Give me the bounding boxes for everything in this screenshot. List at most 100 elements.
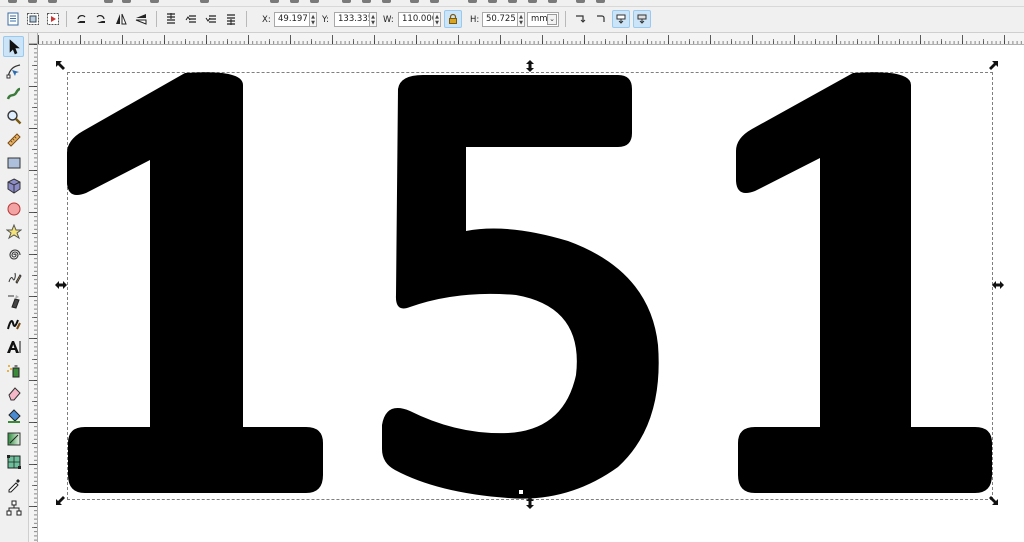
calligraphy-icon xyxy=(6,319,21,329)
selected-text-object[interactable] xyxy=(38,45,1024,542)
selector-tool[interactable] xyxy=(3,36,24,57)
tweak-tool[interactable] xyxy=(3,83,24,104)
scale-handle-right[interactable] xyxy=(992,279,1004,291)
lower-button[interactable] xyxy=(202,10,220,28)
toolbar-stub xyxy=(104,0,113,3)
w-label: W: xyxy=(383,15,394,25)
pencil-icon xyxy=(8,272,22,284)
unit-value: mm xyxy=(531,14,548,24)
transform-patterns-icon xyxy=(637,14,647,24)
scale-handle-bottom[interactable] xyxy=(524,497,536,509)
unit-select[interactable]: mm ⌄ xyxy=(527,12,559,27)
rotate-cw-button[interactable] xyxy=(92,10,110,28)
pen-tool[interactable] xyxy=(3,290,24,311)
transform-gradients-button[interactable] xyxy=(612,10,630,28)
toolbox xyxy=(0,33,29,542)
node-tool[interactable] xyxy=(3,60,24,81)
scale-stroke-button[interactable] xyxy=(571,10,589,28)
h-spinner[interactable]: ▲ ▼ xyxy=(517,12,525,27)
pencil-tool[interactable] xyxy=(3,267,24,288)
spin-down-icon: ▼ xyxy=(371,19,375,26)
rectangle-tool[interactable] xyxy=(3,152,24,173)
separator xyxy=(246,11,247,27)
scale-handle-left[interactable] xyxy=(55,279,67,291)
toolbar-stub xyxy=(8,0,17,3)
tweak-icon xyxy=(6,87,20,100)
spray-icon xyxy=(6,364,19,377)
separator xyxy=(156,11,157,27)
select-all-layers-button[interactable] xyxy=(24,10,42,28)
eraser-tool[interactable] xyxy=(3,382,24,403)
star-tool[interactable] xyxy=(3,221,24,242)
glyph-digit-one-right xyxy=(736,72,992,493)
ellipse-icon xyxy=(7,202,20,215)
scale-handle-bottom-right[interactable] xyxy=(987,494,999,506)
paint-bucket-tool[interactable] xyxy=(3,405,24,426)
raise-button[interactable] xyxy=(182,10,200,28)
3d-box-tool[interactable] xyxy=(3,175,24,196)
lock-proportions-button[interactable] xyxy=(444,10,462,28)
toolbar-stub xyxy=(48,0,57,3)
flip-vertical-button[interactable] xyxy=(132,10,150,28)
text-tool[interactable] xyxy=(3,336,24,357)
raise-to-top-button[interactable] xyxy=(162,10,180,28)
glyph-digit-five xyxy=(382,75,659,499)
h-label: H: xyxy=(470,15,480,25)
flip-horizontal-button[interactable] xyxy=(112,10,130,28)
mesh-tool[interactable] xyxy=(3,451,24,472)
3d-box-icon xyxy=(7,177,20,194)
spray-tool[interactable] xyxy=(3,359,24,380)
mesh-icon xyxy=(6,454,21,469)
toolbar-stub xyxy=(430,0,439,3)
calligraphy-tool[interactable] xyxy=(3,313,24,334)
toolbar-stub xyxy=(270,0,279,3)
drawing-canvas[interactable]: 151 xyxy=(38,45,1024,542)
zoom-tool[interactable] xyxy=(3,106,24,127)
toolbar-stub xyxy=(290,0,299,3)
toolbar-stub xyxy=(342,0,351,3)
flip-horizontal-icon xyxy=(116,13,127,25)
lower-to-bottom-button[interactable] xyxy=(222,10,240,28)
select-all-button[interactable] xyxy=(4,10,22,28)
w-field[interactable]: 110.000 xyxy=(398,12,437,27)
toolbar-stub xyxy=(362,0,371,3)
zoom-icon xyxy=(6,109,21,124)
w-spinner[interactable]: ▲ ▼ xyxy=(433,12,441,27)
node-editor-icon xyxy=(6,63,20,78)
select-all-icon xyxy=(7,12,19,26)
selector-arrow-icon xyxy=(9,38,20,54)
select-all-layers-icon xyxy=(27,13,39,25)
lower-icon xyxy=(205,15,216,23)
measure-tool[interactable] xyxy=(3,129,24,150)
y-spinner[interactable]: ▲ ▼ xyxy=(369,12,377,27)
scale-handle-top-left[interactable] xyxy=(55,60,67,72)
lock-icon xyxy=(449,13,457,24)
dropper-tool[interactable] xyxy=(3,474,24,495)
transform-patterns-button[interactable] xyxy=(633,10,651,28)
toolbar-stub xyxy=(150,0,159,3)
x-field[interactable]: 49.197 xyxy=(274,12,310,27)
y-label: Y: xyxy=(322,15,329,25)
gradient-tool[interactable] xyxy=(3,428,24,449)
dropper-icon xyxy=(8,478,20,492)
rotate-ccw-button[interactable] xyxy=(72,10,90,28)
star-icon xyxy=(5,223,22,239)
spiral-icon xyxy=(8,249,21,260)
h-field[interactable]: 50.725 xyxy=(482,12,518,27)
spiral-tool[interactable] xyxy=(3,244,24,265)
scale-handle-top[interactable] xyxy=(524,60,536,72)
x-spinner[interactable]: ▲ ▼ xyxy=(309,12,317,27)
connector-tool[interactable] xyxy=(3,497,24,518)
scale-handle-top-right[interactable] xyxy=(987,60,999,72)
ruler-corner xyxy=(28,33,38,44)
scale-handle-bottom-left[interactable] xyxy=(55,494,67,506)
deselect-icon xyxy=(47,13,59,25)
scale-corners-button[interactable] xyxy=(592,10,610,28)
vertical-ruler[interactable] xyxy=(28,44,38,542)
text-baseline-anchor[interactable] xyxy=(518,489,524,495)
ellipse-tool[interactable] xyxy=(3,198,24,219)
deselect-button[interactable] xyxy=(44,10,62,28)
horizontal-ruler[interactable] xyxy=(38,33,1024,45)
toolbar-stub xyxy=(382,0,391,3)
y-field[interactable]: 133.335 xyxy=(334,12,373,27)
